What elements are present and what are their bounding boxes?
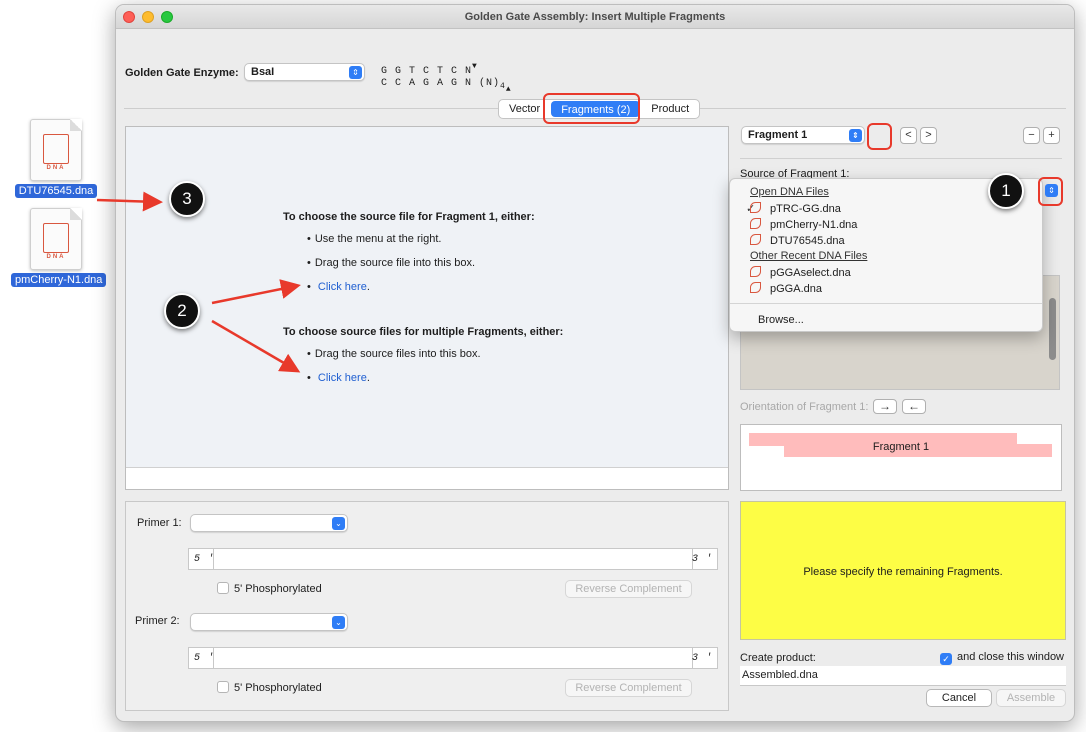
callout-3: 3 bbox=[169, 181, 205, 217]
annotation-arrows bbox=[96, 191, 301, 373]
callout-2: 2 bbox=[164, 293, 200, 329]
callout-1: 1 bbox=[988, 173, 1024, 209]
arrow-2b bbox=[211, 319, 301, 373]
arrow-2a bbox=[211, 279, 301, 305]
arrow-3 bbox=[96, 191, 163, 212]
